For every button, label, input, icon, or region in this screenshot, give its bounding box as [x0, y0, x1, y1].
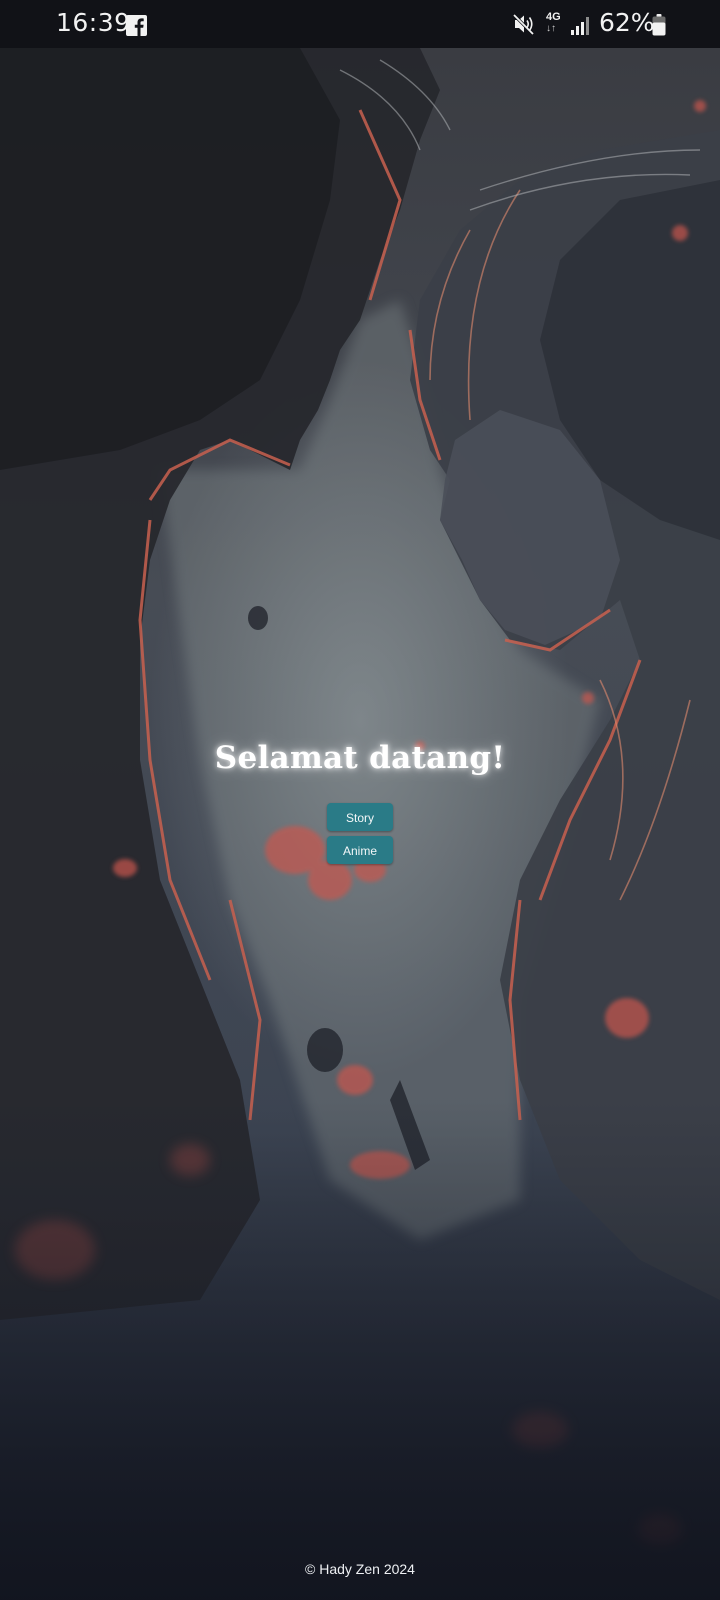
- mute-icon: [512, 13, 535, 40]
- battery-icon: [652, 14, 666, 41]
- signal-icon: [570, 16, 590, 41]
- anime-button[interactable]: Anime: [327, 836, 393, 864]
- status-bar: 16:39 4G ↓↑ 62%: [0, 0, 720, 48]
- screen: 16:39 4G ↓↑ 62% Selamat datang! Story An…: [0, 0, 720, 1600]
- battery-percentage: 62%: [599, 8, 655, 37]
- network-type: 4G: [546, 11, 561, 23]
- network-activity-icon: ↓↑: [546, 23, 556, 34]
- status-time: 16:39: [56, 8, 131, 37]
- footer-copyright: © Hady Zen 2024: [305, 1561, 415, 1577]
- story-button[interactable]: Story: [327, 803, 393, 831]
- page-title: Selamat datang!: [214, 740, 506, 776]
- welcome-section: Selamat datang! Story Anime: [0, 740, 720, 864]
- facebook-icon: [126, 15, 147, 36]
